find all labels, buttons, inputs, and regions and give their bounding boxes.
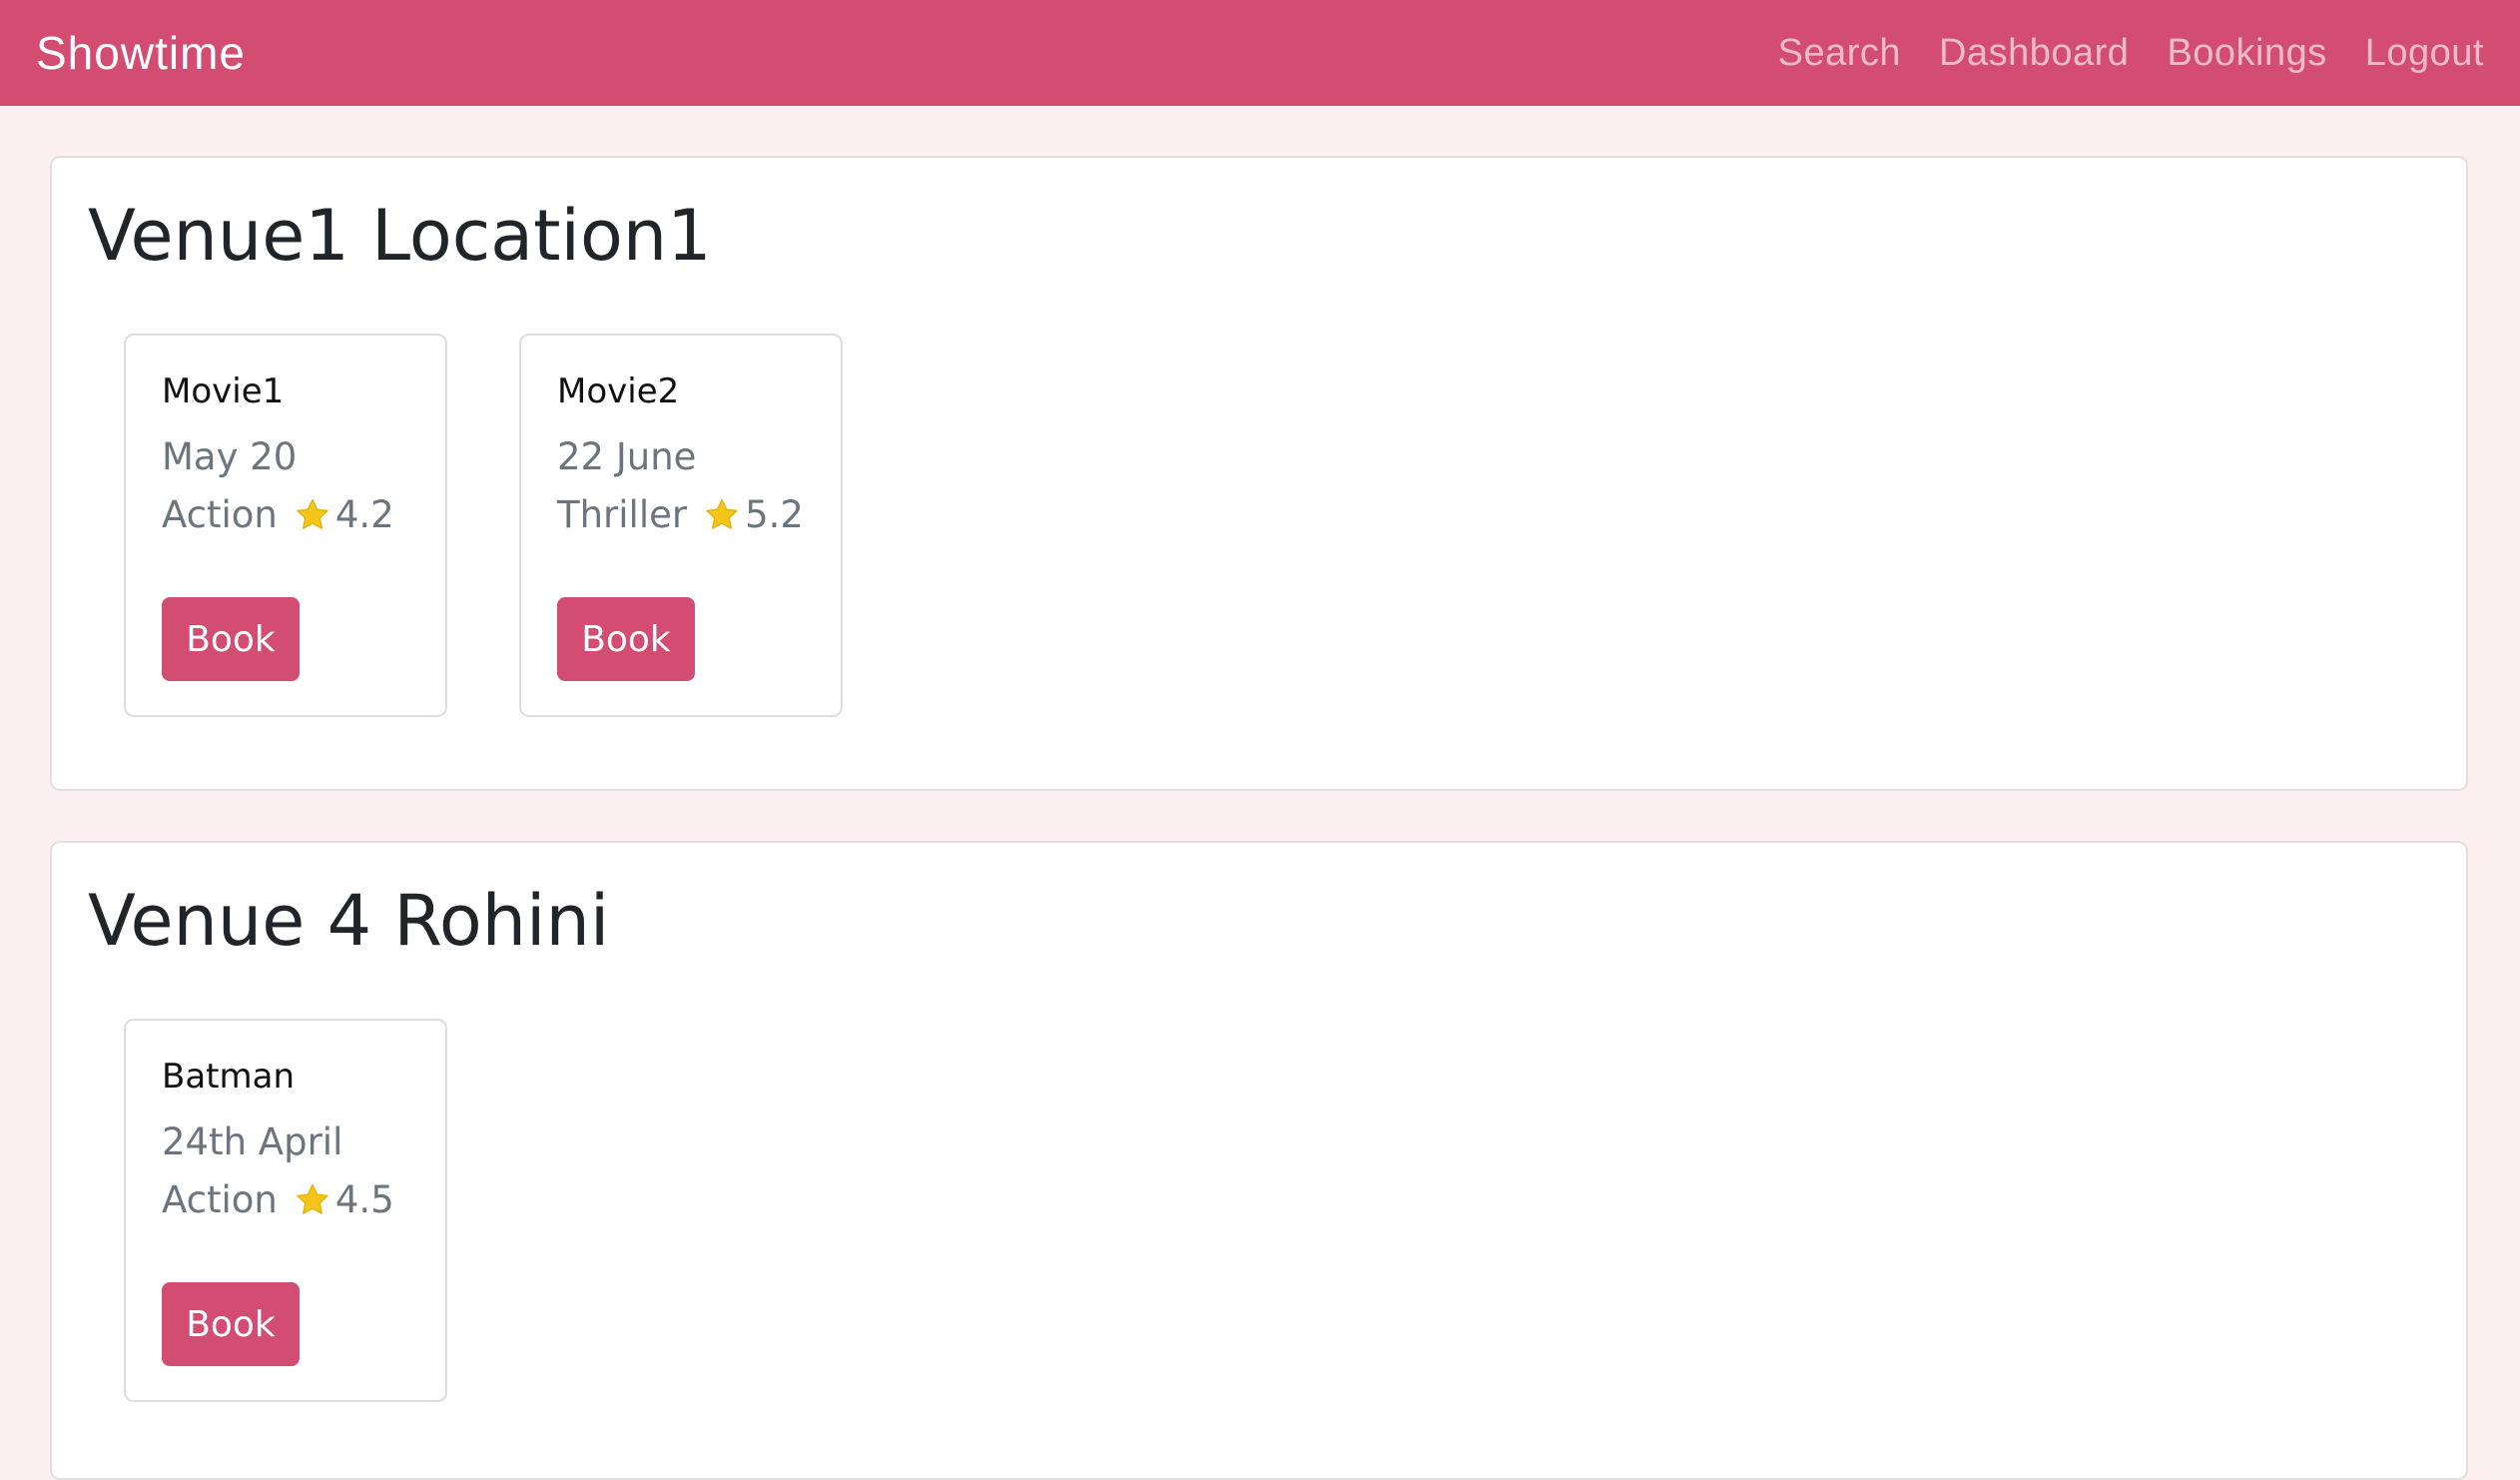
show-genre: Action bbox=[162, 1178, 278, 1221]
show-meta: Action 4.2 bbox=[162, 493, 394, 536]
venue-title: Venue 4 Rohini bbox=[88, 880, 610, 962]
show-card: Movie2 22 June Thriller 5.2 Book bbox=[519, 334, 843, 717]
nav-link-dashboard[interactable]: Dashboard bbox=[1939, 32, 2129, 75]
nav-link-bookings[interactable]: Bookings bbox=[2167, 32, 2326, 75]
show-name: Movie1 bbox=[162, 371, 285, 411]
book-button[interactable]: Book bbox=[162, 597, 300, 681]
star-icon bbox=[297, 498, 328, 529]
nav-link-search[interactable]: Search bbox=[1778, 32, 1901, 75]
nav-link-logout[interactable]: Logout bbox=[2365, 32, 2484, 75]
show-card: Batman 24th April Action 4.5 Book bbox=[124, 1019, 447, 1402]
show-rating: 4.2 bbox=[334, 493, 394, 536]
book-button[interactable]: Book bbox=[162, 1282, 300, 1366]
show-genre: Action bbox=[162, 493, 278, 536]
venue-card: Venue 4 Rohini Batman 24th April Action … bbox=[50, 841, 2468, 1480]
star-icon bbox=[706, 498, 738, 529]
star-icon bbox=[297, 1183, 328, 1214]
show-name: Movie2 bbox=[557, 371, 680, 411]
show-date: May 20 bbox=[162, 435, 298, 478]
show-list: Batman 24th April Action 4.5 Book bbox=[124, 1019, 447, 1402]
show-meta: Action 4.5 bbox=[162, 1178, 394, 1221]
book-button[interactable]: Book bbox=[557, 597, 695, 681]
show-list: Movie1 May 20 Action 4.2 Book Movie2 22 … bbox=[124, 334, 843, 717]
venue-card: Venue1 Location1 Movie1 May 20 Action 4.… bbox=[50, 156, 2468, 791]
show-name: Batman bbox=[162, 1057, 295, 1097]
show-date: 22 June bbox=[557, 435, 697, 478]
show-rating: 4.5 bbox=[334, 1178, 394, 1221]
brand-link[interactable]: Showtime bbox=[36, 26, 246, 80]
show-genre: Thriller bbox=[557, 493, 688, 536]
navbar: Showtime Search Dashboard Bookings Logou… bbox=[0, 0, 2520, 106]
nav-links: Search Dashboard Bookings Logout bbox=[1778, 32, 2484, 75]
show-rating: 5.2 bbox=[745, 493, 804, 536]
show-date: 24th April bbox=[162, 1120, 343, 1163]
venue-title: Venue1 Location1 bbox=[88, 195, 712, 277]
show-meta: Thriller 5.2 bbox=[557, 493, 804, 536]
show-card: Movie1 May 20 Action 4.2 Book bbox=[124, 334, 447, 717]
